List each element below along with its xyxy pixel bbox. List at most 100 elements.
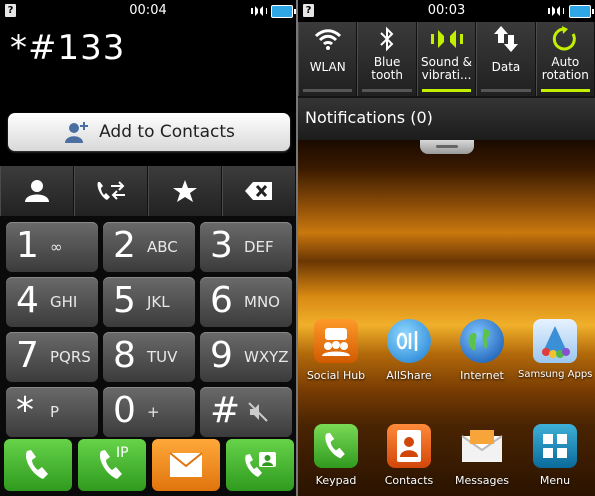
vibration-icon <box>251 6 267 16</box>
dock-messages[interactable]: Messages <box>445 424 519 487</box>
person-icon <box>25 180 49 202</box>
key-letters: GHI <box>50 293 78 311</box>
sound-vibration-icon <box>430 30 463 48</box>
key-digit: 2 <box>113 225 136 266</box>
phone-icon <box>314 424 358 468</box>
mute-icon <box>248 402 268 422</box>
menu-grid-icon <box>533 424 577 468</box>
key-hash[interactable]: # <box>200 387 292 437</box>
toggle-label: Auto rotation <box>541 56 589 82</box>
key-digit: # <box>210 390 241 431</box>
key-digit: 3 <box>210 225 233 266</box>
key-digit: 4 <box>16 280 39 321</box>
toggle-indicator <box>481 89 531 92</box>
toggle-sound-vibration[interactable]: Sound & vibrati... <box>416 22 477 96</box>
wifi-icon <box>314 29 341 50</box>
toggle-bluetooth[interactable]: Blue tooth <box>357 22 417 96</box>
status-bar: ? 00:03 <box>298 0 595 22</box>
app-allshare[interactable]: AllShare <box>372 319 446 382</box>
dialed-number[interactable]: *#133 <box>10 28 125 68</box>
app-label: Keypad <box>315 474 357 487</box>
tab-favorites[interactable] <box>148 166 222 216</box>
toggle-label: Data <box>491 61 521 74</box>
quick-settings-panel: WLAN Blue tooth Sound & vibrati... Data … <box>298 22 595 96</box>
dialer-screen: ? 00:04 *#133 Add to Contacts 1 ∞ 2 ABC … <box>0 0 296 496</box>
toggle-label: WLAN <box>309 61 346 74</box>
dock-menu[interactable]: Menu <box>518 424 592 487</box>
tab-delete[interactable] <box>222 166 296 216</box>
key-digit: 6 <box>210 280 233 321</box>
toggle-auto-rotation[interactable]: Auto rotation <box>535 22 595 96</box>
toggle-indicator <box>303 89 353 92</box>
voice-call-button[interactable] <box>4 439 72 491</box>
key-digit: 5 <box>113 280 136 321</box>
key-4[interactable]: 4 GHI <box>6 277 98 327</box>
send-message-button[interactable] <box>152 439 220 491</box>
key-9[interactable]: 9 WXYZ <box>200 332 292 382</box>
key-8[interactable]: 8 TUV <box>103 332 195 382</box>
key-letters: PQRS <box>50 348 91 366</box>
allshare-icon <box>387 319 431 363</box>
key-5[interactable]: 5 JKL <box>103 277 195 327</box>
voicemail-icon: ∞ <box>50 238 63 256</box>
toggle-data[interactable]: Data <box>476 22 536 96</box>
key-2[interactable]: 2 ABC <box>103 222 195 272</box>
key-0[interactable]: 0 + <box>103 387 195 437</box>
app-label: AllShare <box>386 369 432 382</box>
notifications-header: Notifications (0) <box>298 98 595 140</box>
key-digit: * <box>16 390 34 431</box>
key-digit: 1 <box>16 225 39 266</box>
social-hub-icon <box>314 319 358 363</box>
app-label: Samsung Apps <box>518 369 593 380</box>
ip-call-button[interactable]: IP <box>78 439 146 491</box>
add-to-contacts-label: Add to Contacts <box>99 122 235 142</box>
toggle-label: Sound & vibrati... <box>421 56 472 82</box>
home-screen: ? 00:03 WLAN Blue tooth Sound & vibrati.… <box>298 0 595 496</box>
notifications-title: Notifications (0) <box>305 108 433 127</box>
bluetooth-icon <box>380 26 394 52</box>
ip-label: IP <box>116 445 129 461</box>
messages-icon <box>460 424 504 468</box>
backspace-icon <box>245 182 272 200</box>
data-arrows-icon <box>493 26 518 52</box>
toggle-label: Blue tooth <box>371 56 403 82</box>
key-digit: 0 <box>113 390 136 431</box>
internet-globe-icon <box>460 319 504 363</box>
panel-drag-handle[interactable] <box>420 140 474 154</box>
key-7[interactable]: 7 PQRS <box>6 332 98 382</box>
tab-logs[interactable] <box>74 166 148 216</box>
toggle-wlan[interactable]: WLAN <box>298 22 358 96</box>
video-call-button[interactable] <box>226 439 294 491</box>
key-6[interactable]: 6 MNO <box>200 277 292 327</box>
key-letters: DEF <box>244 238 274 256</box>
app-samsung-apps[interactable]: Samsung Apps <box>518 319 592 380</box>
status-bar: ? 00:04 <box>0 0 296 22</box>
key-3[interactable]: 3 DEF <box>200 222 292 272</box>
key-letters: TUV <box>147 348 178 366</box>
app-label: Contacts <box>384 474 434 487</box>
key-star[interactable]: * P <box>6 387 98 437</box>
key-digit: 9 <box>210 335 233 376</box>
samsung-apps-icon <box>533 319 577 363</box>
contacts-icon <box>387 424 431 468</box>
app-social-hub[interactable]: Social Hub <box>299 319 373 382</box>
video-call-icon <box>245 452 276 477</box>
envelope-icon <box>169 452 203 477</box>
app-internet[interactable]: Internet <box>445 319 519 382</box>
key-letters: ABC <box>147 238 178 256</box>
phone-icon <box>25 450 48 479</box>
key-letters: JKL <box>147 293 170 311</box>
tab-contacts[interactable] <box>0 166 74 216</box>
dock-contacts[interactable]: Contacts <box>372 424 446 487</box>
key-1[interactable]: 1 ∞ <box>6 222 98 272</box>
add-contact-icon <box>65 122 89 143</box>
dock-keypad[interactable]: Keypad <box>299 424 373 487</box>
battery-icon <box>569 5 594 18</box>
vibration-icon <box>548 6 564 16</box>
key-digit: 8 <box>113 335 136 376</box>
toggle-indicator <box>362 89 412 92</box>
add-to-contacts-button[interactable]: Add to Contacts <box>8 113 290 151</box>
key-letters: WXYZ <box>244 348 289 366</box>
star-icon <box>173 180 197 202</box>
rotation-icon <box>553 26 577 51</box>
